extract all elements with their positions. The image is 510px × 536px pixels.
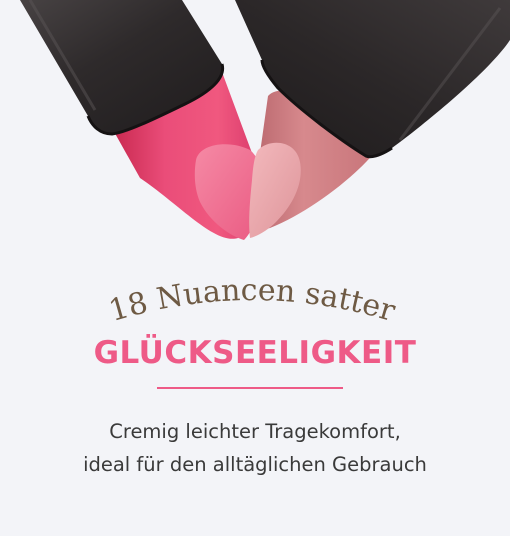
lipstick-pair-image [0,0,510,240]
svg-text:18 Nuancen satter: 18 Nuancen satter [105,280,400,329]
lipstick-promo-banner: 18 Nuancen satter GLÜCKSEELIGKEIT Cremig… [0,0,510,536]
divider-line [157,387,343,389]
lipstick-right [235,0,510,238]
headline: GLÜCKSEELIGKEIT [93,335,417,371]
description-line-2: ideal für den alltäglichen Gebrauch [83,453,427,476]
tagline-arched: 18 Nuancen satter [105,280,400,329]
description-line-1: Cremig leichter Tragekomfort, [109,420,401,443]
tagline-text: 18 Nuancen satter [105,280,400,329]
lipstick-left [0,0,264,240]
